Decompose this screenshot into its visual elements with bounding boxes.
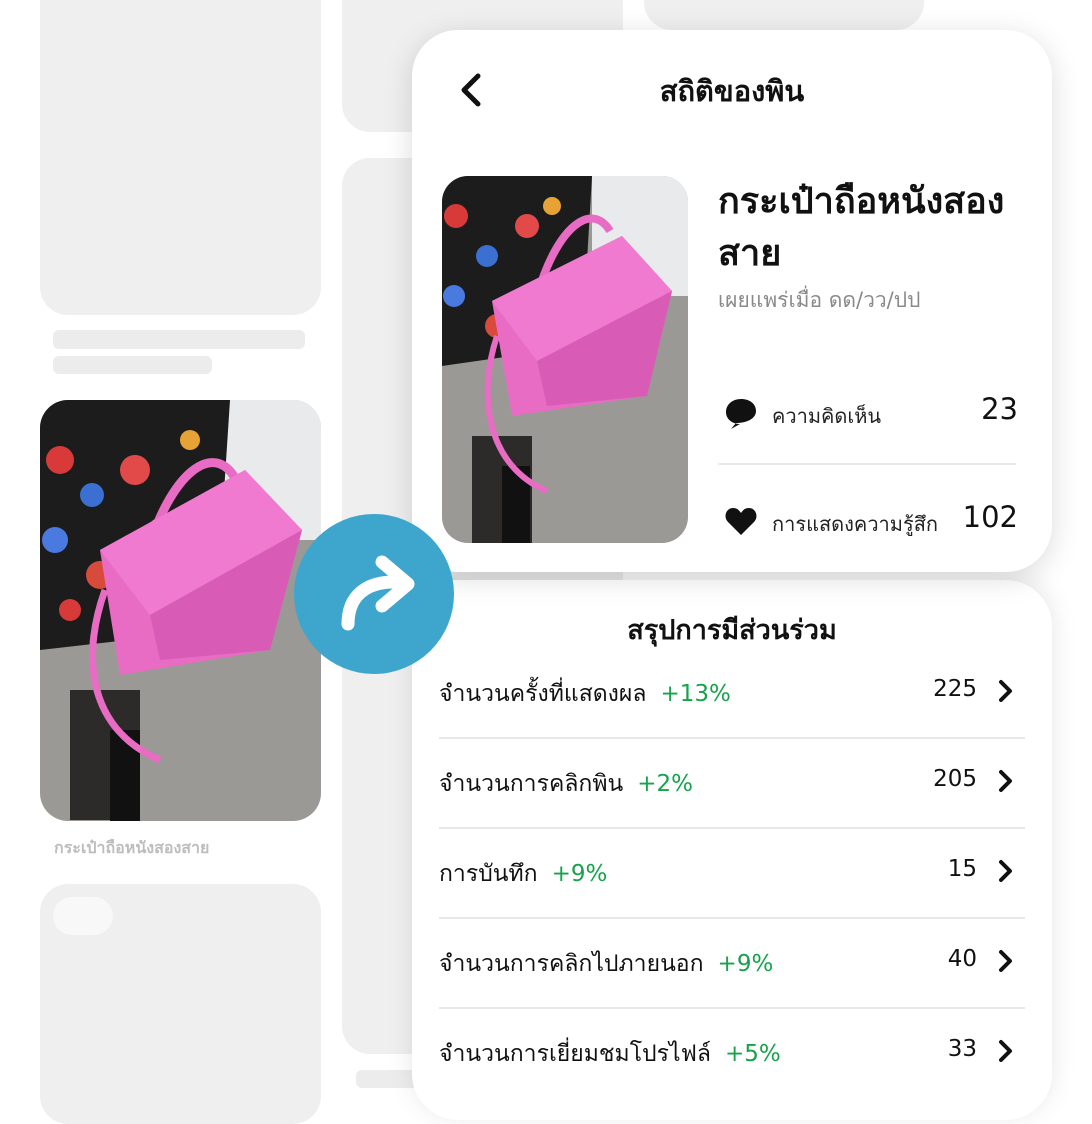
row-label: จำนวนครั้งที่แสดงผล: [439, 681, 647, 707]
row-label: จำนวนการคลิกไปภายนอก: [439, 951, 704, 977]
comment-icon: [726, 399, 756, 429]
handbag-thumbnail-photo: [442, 176, 688, 543]
engagement-label: จำนวนการเยี่ยมชมโปรไฟล์ +5%: [439, 1036, 781, 1072]
feed-placeholder-line: [53, 897, 113, 935]
pin-caption: กระเป๋าถือหนังสองสาย: [54, 838, 210, 857]
feed-placeholder: [644, 0, 924, 30]
chevron-right-icon: [999, 860, 1012, 882]
feed-placeholder-line: [53, 356, 212, 374]
stat-label: การแสดงความรู้สึก: [772, 512, 939, 536]
change-percent: +9%: [551, 861, 608, 887]
change-percent: +13%: [660, 681, 731, 707]
change-percent: +9%: [717, 951, 774, 977]
stat-value: 102: [962, 500, 1018, 534]
pin-stats-card: สถิติของพิน กระเป๋าถือหนังสองสาย เผยแพร่…: [412, 30, 1052, 572]
row-value: 15: [947, 856, 977, 882]
row-label: จำนวนการคลิกพิน: [439, 771, 624, 797]
row-value: 33: [947, 1036, 977, 1062]
stat-comments: ความคิดเห็น 23: [718, 390, 1018, 434]
engagement-row-impressions[interactable]: จำนวนครั้งที่แสดงผล +13% 225: [439, 648, 1025, 739]
change-percent: +5%: [724, 1041, 781, 1067]
share-button[interactable]: [294, 514, 454, 674]
engagement-label: จำนวนการคลิกไปภายนอก +9%: [439, 946, 773, 982]
heart-icon: [725, 508, 757, 535]
feed-placeholder: [40, 0, 321, 315]
feed-placeholder-line: [53, 330, 305, 349]
row-value: 225: [933, 676, 977, 702]
chevron-right-icon: [999, 680, 1012, 702]
chevron-right-icon: [999, 1040, 1012, 1062]
stat-reactions: การแสดงความรู้สึก 102: [718, 498, 1018, 542]
page-title: สถิติของพิน: [659, 74, 805, 108]
chevron-right-icon: [999, 950, 1012, 972]
engagement-row-outbound-clicks[interactable]: จำนวนการคลิกไปภายนอก +9% 40: [439, 918, 1025, 1009]
pin-thumbnail: [442, 176, 688, 543]
stat-value: 23: [981, 392, 1018, 426]
engagement-label: จำนวนครั้งที่แสดงผล +13%: [439, 676, 731, 712]
engagement-row-profile-visits[interactable]: จำนวนการเยี่ยมชมโปรไฟล์ +5% 33: [439, 1008, 1025, 1097]
stat-label: ความคิดเห็น: [772, 404, 882, 428]
engagement-label: จำนวนการคลิกพิน +2%: [439, 766, 693, 802]
engagement-summary-card: สรุปการมีส่วนร่วม จำนวนครั้งที่แสดงผล +13…: [412, 580, 1052, 1120]
pin-title: กระเป๋าถือหนังสองสาย: [718, 181, 1005, 274]
row-value: 205: [933, 766, 977, 792]
change-percent: +2%: [637, 771, 694, 797]
divider: [718, 463, 1016, 465]
pin-image[interactable]: [40, 400, 321, 821]
engagement-row-pin-clicks[interactable]: จำนวนการคลิกพิน +2% 205: [439, 738, 1025, 829]
share-arrow-icon: [341, 555, 415, 631]
row-label: จำนวนการเยี่ยมชมโปรไฟล์: [439, 1041, 711, 1067]
row-value: 40: [947, 946, 977, 972]
row-label: การบันทึก: [439, 861, 538, 887]
engagement-row-saves[interactable]: การบันทึก +9% 15: [439, 828, 1025, 919]
section-title: สรุปการมีส่วนร่วม: [627, 615, 837, 646]
handbag-photo: [40, 400, 321, 821]
published-date: เผยแพร่เมื่อ ดด/วว/ปป: [718, 288, 921, 312]
engagement-label: การบันทึก +9%: [439, 856, 607, 892]
chevron-right-icon: [999, 770, 1012, 792]
